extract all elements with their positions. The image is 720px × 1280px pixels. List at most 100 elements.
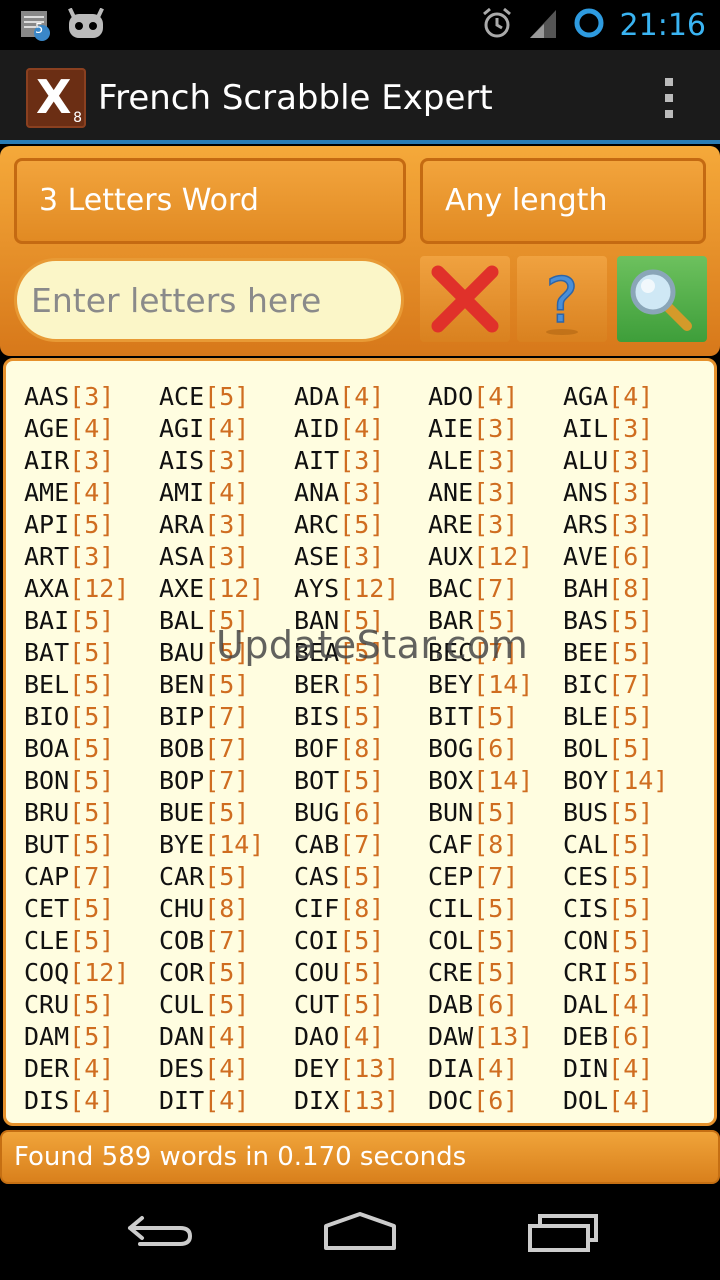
result-item[interactable]: COU[5]	[294, 957, 428, 989]
result-item[interactable]: DAW[13]	[428, 1021, 563, 1053]
result-item[interactable]: API[5]	[24, 509, 159, 541]
result-item[interactable]: DEB[6]	[563, 1021, 698, 1053]
result-item[interactable]: AIE[3]	[428, 413, 563, 445]
result-item[interactable]: CAR[5]	[159, 861, 294, 893]
result-item[interactable]: BOX[14]	[428, 765, 563, 797]
result-item[interactable]: DIA[4]	[428, 1053, 563, 1085]
clear-button[interactable]	[420, 256, 510, 342]
result-item[interactable]: BUS[5]	[563, 797, 698, 829]
result-item[interactable]: DEY[13]	[294, 1053, 428, 1085]
result-item[interactable]: AGE[4]	[24, 413, 159, 445]
result-item[interactable]: BOB[7]	[159, 733, 294, 765]
result-item[interactable]: BOY[14]	[563, 765, 698, 797]
result-item[interactable]: DAM[5]	[24, 1021, 159, 1053]
result-item[interactable]: BAI[5]	[24, 605, 159, 637]
result-item[interactable]: BON[5]	[24, 765, 159, 797]
result-item[interactable]: BAC[7]	[428, 573, 563, 605]
result-item[interactable]: BIS[5]	[294, 701, 428, 733]
result-item[interactable]: BOL[5]	[563, 733, 698, 765]
result-item[interactable]: CES[5]	[563, 861, 698, 893]
result-item[interactable]: BOF[8]	[294, 733, 428, 765]
result-item[interactable]: ADA[4]	[294, 381, 428, 413]
result-item[interactable]: AMI[4]	[159, 477, 294, 509]
result-item[interactable]: CIL[5]	[428, 893, 563, 925]
result-item[interactable]: BUG[6]	[294, 797, 428, 829]
result-item[interactable]: DAN[4]	[159, 1021, 294, 1053]
result-item[interactable]: AIS[3]	[159, 445, 294, 477]
result-item[interactable]: DAB[6]	[428, 989, 563, 1021]
result-item[interactable]: BAT[5]	[24, 637, 159, 669]
result-item[interactable]: AIL[3]	[563, 413, 698, 445]
result-item[interactable]: COQ[12]	[24, 957, 159, 989]
result-item[interactable]: ARS[3]	[563, 509, 698, 541]
result-item[interactable]: BIT[5]	[428, 701, 563, 733]
result-item[interactable]: ALU[3]	[563, 445, 698, 477]
result-item[interactable]: BEY[14]	[428, 669, 563, 701]
result-item[interactable]: AGA[4]	[563, 381, 698, 413]
result-item[interactable]: BOA[5]	[24, 733, 159, 765]
result-item[interactable]: BAH[8]	[563, 573, 698, 605]
result-item[interactable]: CIF[8]	[294, 893, 428, 925]
result-item[interactable]: DIX[13]	[294, 1085, 428, 1117]
result-item[interactable]: CIS[5]	[563, 893, 698, 925]
result-item[interactable]: AYS[12]	[294, 573, 428, 605]
result-item[interactable]: BLE[5]	[563, 701, 698, 733]
result-item[interactable]: CUL[5]	[159, 989, 294, 1021]
result-item[interactable]: DOL[4]	[563, 1085, 698, 1117]
back-icon[interactable]	[120, 1208, 200, 1258]
result-item[interactable]: AGI[4]	[159, 413, 294, 445]
length-spinner[interactable]: Any length	[420, 158, 706, 244]
result-item[interactable]: COI[5]	[294, 925, 428, 957]
result-item[interactable]: CHU[8]	[159, 893, 294, 925]
result-item[interactable]: AID[4]	[294, 413, 428, 445]
overflow-menu-icon[interactable]	[662, 78, 676, 122]
result-item[interactable]: ASE[3]	[294, 541, 428, 573]
result-item[interactable]: AVE[6]	[563, 541, 698, 573]
result-item[interactable]: ANA[3]	[294, 477, 428, 509]
result-item[interactable]: CRI[5]	[563, 957, 698, 989]
result-item[interactable]: CUT[5]	[294, 989, 428, 1021]
result-item[interactable]: BIO[5]	[24, 701, 159, 733]
result-item[interactable]: AAS[3]	[24, 381, 159, 413]
recent-apps-icon[interactable]	[524, 1208, 604, 1258]
result-item[interactable]: CAS[5]	[294, 861, 428, 893]
result-item[interactable]: CEP[7]	[428, 861, 563, 893]
result-item[interactable]: DIN[4]	[563, 1053, 698, 1085]
result-item[interactable]: CET[5]	[24, 893, 159, 925]
result-item[interactable]: BIC[7]	[563, 669, 698, 701]
help-button[interactable]: ?	[517, 256, 607, 342]
result-item[interactable]: CAB[7]	[294, 829, 428, 861]
result-item[interactable]: BOT[5]	[294, 765, 428, 797]
result-item[interactable]: DIT[4]	[159, 1085, 294, 1117]
result-item[interactable]: BEN[5]	[159, 669, 294, 701]
result-item[interactable]: AXE[12]	[159, 573, 294, 605]
result-item[interactable]: DOC[6]	[428, 1085, 563, 1117]
result-item[interactable]: BER[5]	[294, 669, 428, 701]
result-item[interactable]: CLE[5]	[24, 925, 159, 957]
result-item[interactable]: BOP[7]	[159, 765, 294, 797]
result-item[interactable]: COL[5]	[428, 925, 563, 957]
result-item[interactable]: BEL[5]	[24, 669, 159, 701]
result-item[interactable]: BUE[5]	[159, 797, 294, 829]
result-item[interactable]: DIS[4]	[24, 1085, 159, 1117]
result-item[interactable]: BRU[5]	[24, 797, 159, 829]
result-item[interactable]: BEE[5]	[563, 637, 698, 669]
result-item[interactable]: ALE[3]	[428, 445, 563, 477]
result-item[interactable]: ART[3]	[24, 541, 159, 573]
home-icon[interactable]	[320, 1208, 400, 1258]
result-item[interactable]: ACE[5]	[159, 381, 294, 413]
result-item[interactable]: DER[4]	[24, 1053, 159, 1085]
result-item[interactable]: CAF[8]	[428, 829, 563, 861]
result-item[interactable]: AUX[12]	[428, 541, 563, 573]
result-item[interactable]: BYE[14]	[159, 829, 294, 861]
app-logo[interactable]: X 8	[26, 68, 86, 128]
result-item[interactable]: COB[7]	[159, 925, 294, 957]
letters-input[interactable]	[14, 258, 404, 342]
result-item[interactable]: AXA[12]	[24, 573, 159, 605]
result-item[interactable]: ARC[5]	[294, 509, 428, 541]
search-button[interactable]	[617, 256, 707, 342]
result-item[interactable]: ANS[3]	[563, 477, 698, 509]
result-item[interactable]: DAL[4]	[563, 989, 698, 1021]
word-type-spinner[interactable]: 3 Letters Word	[14, 158, 406, 244]
result-item[interactable]: DES[4]	[159, 1053, 294, 1085]
